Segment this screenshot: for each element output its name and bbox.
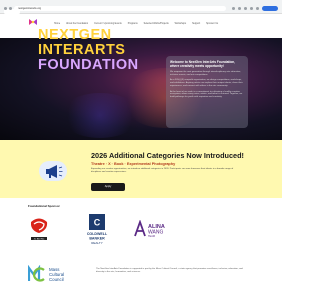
hero-glow xyxy=(60,93,140,138)
hero-title-line: INTERARTS xyxy=(38,42,126,58)
address-bar[interactable]: nextgeninterarts.org xyxy=(14,6,226,11)
banner-subtitle: Theatre · X · Book · Experimental Photog… xyxy=(91,162,176,166)
nav-item-events[interactable]: Current / Upcoming Events xyxy=(94,23,122,25)
svg-text:C: C xyxy=(94,218,101,228)
browser-chrome: nextgeninterarts.org xyxy=(0,0,282,14)
nav-item-about[interactable]: About the Foundation xyxy=(66,23,88,25)
sponsor-logo-jcbd[interactable]: JC BD INC xyxy=(28,216,50,244)
mcc-acknowledgement: The NextGen InterArts Foundation is supp… xyxy=(96,268,243,273)
sponsor-caption: JC BD INC xyxy=(34,238,45,240)
nav-item-works[interactable]: Selected Works/Projects xyxy=(144,23,169,25)
forward-icon[interactable] xyxy=(8,7,12,10)
nav-item-sponsor[interactable]: Sponsor Us xyxy=(206,23,218,25)
sponsor-caption: TEAM xyxy=(148,235,155,238)
sponsor-caption: COLDWELL xyxy=(87,232,108,236)
download-icon[interactable] xyxy=(244,7,247,10)
back-icon[interactable] xyxy=(4,7,7,10)
main-nav: Home About the Foundation Current / Upco… xyxy=(54,23,218,25)
welcome-card-paragraph: At the heart of our work is a commitment… xyxy=(170,90,243,99)
banner-title: 2026 Additional Categories Now Introduce… xyxy=(91,151,244,160)
sponsor-logo-coldwell-banker[interactable]: C COLDWELL BANKER REALTY xyxy=(80,214,114,246)
nav-item-programs[interactable]: Programs xyxy=(128,23,138,25)
megaphone-icon xyxy=(39,161,67,181)
hero-title-line: FOUNDATION xyxy=(38,57,139,73)
mass-cultural-council-logo[interactable]: Mass Cultural Council xyxy=(28,265,88,283)
foundation-logo[interactable] xyxy=(28,17,38,27)
apply-button[interactable]: Apply xyxy=(91,183,125,191)
banner-body: Expanding our creative opportunities, we… xyxy=(91,168,234,173)
nav-item-workshops[interactable]: Workshops xyxy=(175,23,186,25)
hero-title-line: NEXTGEN xyxy=(38,27,112,43)
welcome-card: Welcome to NextGen InterArts Foundation,… xyxy=(166,56,248,128)
sponsors-heading: Foundational Sponsor xyxy=(28,204,60,208)
chrome-action-button[interactable] xyxy=(262,6,278,11)
profile-icon[interactable] xyxy=(250,7,253,10)
mcc-wordmark: Council xyxy=(49,277,64,282)
bookmark-icon[interactable] xyxy=(238,7,241,10)
welcome-card-title: Welcome to NextGen InterArts Foundation,… xyxy=(170,60,236,68)
hero-title: NEXTGEN INTERARTS FOUNDATION xyxy=(38,28,139,73)
sponsor-caption: BANKER xyxy=(89,237,105,241)
sponsor-caption: REALTY xyxy=(91,241,102,245)
welcome-card-paragraph: We empower the next generation through i… xyxy=(170,71,241,76)
menu-icon[interactable] xyxy=(256,7,259,10)
sponsor-logo-alina-wang[interactable]: ALINA WANG TEAM xyxy=(134,220,176,238)
nav-item-support[interactable]: Support xyxy=(192,23,200,25)
extension-icon[interactable] xyxy=(232,7,235,10)
welcome-card-paragraph: As a 501(c)(3) nonprofit organization, w… xyxy=(170,79,243,88)
nav-item-home[interactable]: Home xyxy=(54,23,60,25)
